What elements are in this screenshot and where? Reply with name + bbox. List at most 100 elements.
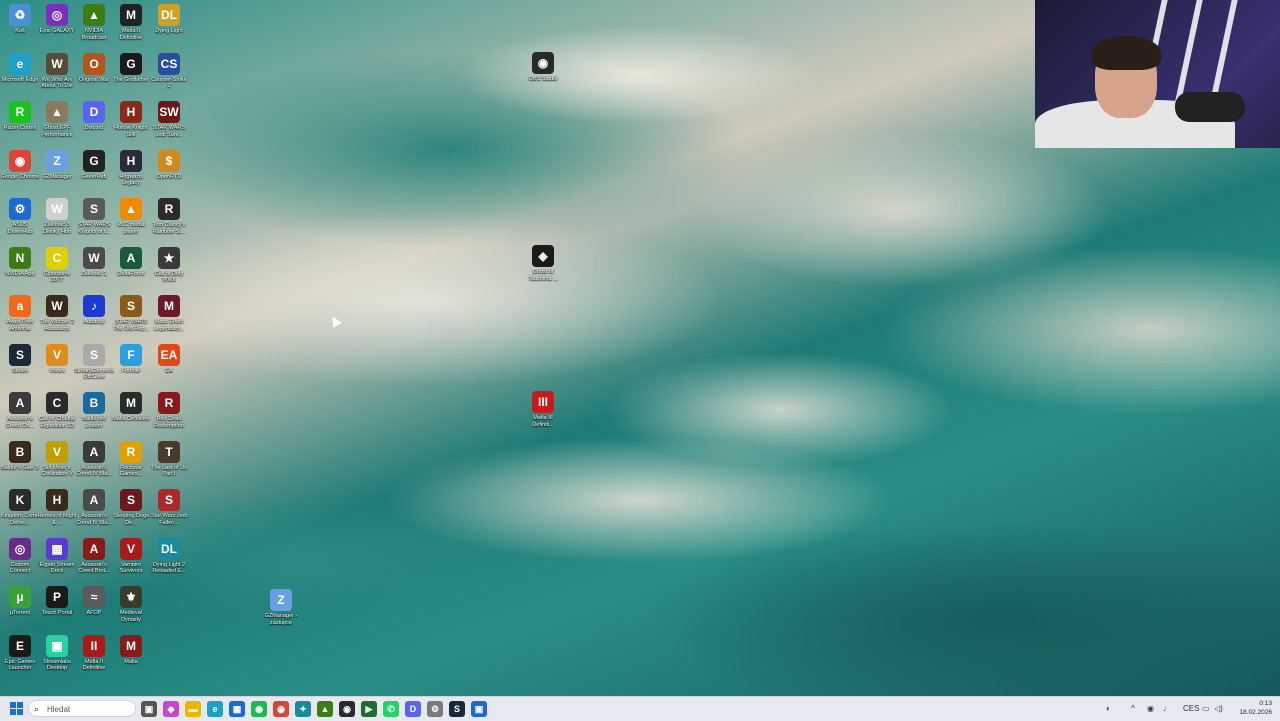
desktop-icon[interactable]: ◈ Ghost of Tsushima ...: [523, 245, 563, 282]
desktop-icon[interactable]: P Touch Portal: [37, 586, 77, 617]
desktop-icon[interactable]: N NVIDIA App: [0, 246, 40, 278]
volume-icon[interactable]: ◁): [1214, 702, 1223, 716]
desktop-icon[interactable]: W The Witcher 2 Assassins: [37, 295, 77, 332]
desktop-icon[interactable]: G GeeerHub: [74, 149, 114, 181]
taskbar-app-edge[interactable]: e: [207, 701, 223, 717]
desktop-icon[interactable]: S STAR WARS The Old Rep...: [111, 295, 151, 332]
desktop-icon[interactable]: [149, 586, 189, 610]
taskbar-app-spotify[interactable]: ◉: [251, 701, 267, 717]
desktop-icon[interactable]: K Kingdom Come Delive...: [0, 489, 40, 526]
desktop-icon[interactable]: H Hollow Knight Silk: [111, 101, 151, 138]
taskbar-app-geforce[interactable]: ▶: [361, 701, 377, 717]
desktop-icon[interactable]: ◎ Epic GALAXY: [37, 4, 77, 35]
taskbar-app-whatsapp[interactable]: ✆: [383, 701, 399, 717]
desktop-icon[interactable]: M Mass Effect Legendary...: [149, 295, 189, 332]
desktop-icon[interactable]: A DeltaForce: [111, 246, 151, 278]
desktop-icon[interactable]: Z GZManager: [37, 149, 77, 181]
desktop-icon[interactable]: ◉ OBS Studio: [523, 52, 563, 83]
desktop-icon[interactable]: ★ Call of Duty WWII: [149, 246, 189, 284]
taskbar-app-discord[interactable]: D: [405, 701, 421, 717]
desktop-icon[interactable]: S StreamElements OBS.live: [74, 343, 114, 381]
desktop-icon[interactable]: A Assassin's Creed IV Bla...: [74, 440, 114, 478]
clock[interactable]: 0:13 18.02.2026: [1239, 699, 1272, 717]
taskbar-app-chrome[interactable]: ◉: [273, 701, 289, 717]
taskbar-app-settings[interactable]: ⚙: [427, 701, 443, 717]
desktop-icon[interactable]: D Discord: [74, 101, 114, 132]
desktop-icon[interactable]: a Avast Free Antivirus: [0, 295, 40, 332]
desktop-icon[interactable]: B Baldur's Gate 3: [0, 440, 40, 472]
taskbar-app-task-view[interactable]: ▣: [141, 701, 157, 717]
desktop-icon[interactable]: ⚙ ASUS DriverHub: [0, 198, 40, 235]
desktop-icon[interactable]: e Microsoft Edge: [0, 52, 40, 84]
desktop-icon[interactable]: III Mafia III Definiti...: [523, 391, 563, 428]
taskbar-app-obs[interactable]: ◉: [339, 701, 355, 717]
language-indicator[interactable]: CES: [1183, 702, 1199, 716]
taskbar-app-file-explorer[interactable]: ▬: [185, 701, 201, 717]
desktop-icon[interactable]: V Vortex: [37, 343, 77, 375]
taskbar-app-nvidia[interactable]: ▲: [317, 701, 333, 717]
desktop-icon[interactable]: B Battle.net Loader: [74, 392, 114, 429]
desktop-icon[interactable]: R Razer Cortex: [0, 101, 40, 132]
desktop-icon[interactable]: C Call of Cthulhu Expedition 33: [37, 392, 77, 429]
desktop-icon[interactable]: S STAR WARS Knights of t...: [74, 198, 114, 235]
desktop-icon[interactable]: M Mafia Definitive: [111, 392, 151, 423]
desktop-icon[interactable]: W Zaklínač 1: [74, 246, 114, 278]
desktop-icon[interactable]: ▲ VLC media player: [111, 198, 151, 235]
start-button[interactable]: [10, 702, 24, 716]
taskbar-app-copilot[interactable]: ◆: [163, 701, 179, 717]
desktop-icon[interactable]: S Star Wars Jedi Fallen...: [149, 489, 189, 526]
desktop-icon[interactable]: Z GZManager - zástupce: [261, 589, 301, 626]
desktop-icon[interactable]: M Mafia II Definitive: [111, 4, 151, 41]
tray-app-icon[interactable]: ◉: [1147, 702, 1154, 716]
desktop-icon[interactable]: C Cyberpunk 2077: [37, 246, 77, 284]
network-status-icon[interactable]: ◐: [1106, 702, 1111, 716]
desktop-icon[interactable]: R Red Dead Redemption: [149, 392, 189, 429]
desktop-icon[interactable]: H Heroes of Might & ...: [37, 489, 77, 526]
desktop-icon[interactable]: A Assassin's Creed IV Bla...: [74, 489, 114, 526]
desktop-icon[interactable]: ◎ Custom Connect: [0, 537, 40, 575]
desktop-icon[interactable]: V Sid Meier's Civilization V: [37, 440, 77, 478]
chevron-up-icon[interactable]: ^: [1131, 702, 1135, 716]
desktop-icon[interactable]: CS Counter-Strike 2: [149, 52, 189, 90]
desktop-icon[interactable]: ▲ NVIDIA Broadcast: [74, 4, 114, 41]
desktop-icon[interactable]: µ µTorrent: [0, 586, 40, 617]
desktop-icon[interactable]: ▣ Streamlabs Desktop: [37, 634, 77, 672]
taskbar-app-taskbar-extra[interactable]: ▣: [471, 701, 487, 717]
desktop-icon[interactable]: DL Dying Light 2 Reloaded E...: [149, 537, 189, 575]
taskbar-app-store[interactable]: ▦: [229, 701, 245, 717]
desktop-icon[interactable]: ♻ Koš: [0, 4, 40, 35]
desktop-icon[interactable]: R Tom Clancy's Rainbow Si...: [149, 198, 189, 235]
desktop-icon[interactable]: ≈ AFOP: [74, 586, 114, 617]
desktop-icon[interactable]: ▦ Elgato Stream Deck: [37, 537, 77, 575]
desktop-icon[interactable]: V Vampire Survivors: [111, 537, 151, 575]
desktop-icon[interactable]: W Zaklínač 3 Divoký Hon: [37, 198, 77, 235]
desktop-icon[interactable]: S Sleeping Dogs De...: [111, 489, 151, 526]
desktop-icon[interactable]: A Assassin's Creed Ori...: [0, 392, 40, 429]
desktop-icon[interactable]: DL Dying Light: [149, 4, 189, 35]
desktop-icon[interactable]: E Epic Games Launcher: [0, 634, 40, 672]
desktop-icon[interactable]: ◉ Google Chrome: [0, 149, 40, 181]
desktop-icon[interactable]: EA EA: [149, 343, 189, 375]
desktop-icon[interactable]: H Hogwarts Legacy: [111, 149, 151, 187]
desktop-icon[interactable]: F Fortnite: [111, 343, 151, 375]
desktop-icon[interactable]: A Assassin's Creed Brot...: [74, 537, 114, 575]
desktop-icon[interactable]: ♪ Audacity: [74, 295, 114, 326]
desktop-icon[interactable]: ⚜ Medieval Dynasty: [111, 586, 151, 623]
desktop-icon[interactable]: M Mafia: [111, 634, 151, 666]
monitor-icon[interactable]: ▭: [1202, 702, 1210, 716]
taskbar-app-elgato[interactable]: ✦: [295, 701, 311, 717]
desktop-icon[interactable]: $ OpenRTD: [149, 149, 189, 181]
desktop-icon[interactable]: W We Who Are About To Die: [37, 52, 77, 90]
desktop-icon[interactable]: II Mafia II Definitive: [74, 634, 114, 672]
taskbar-app-steam[interactable]: S: [449, 701, 465, 717]
desktop-icon[interactable]: T The Last of Us Part I: [149, 440, 189, 478]
microphone-icon[interactable]: ♩: [1163, 702, 1171, 716]
desktop-icon[interactable]: G The Godfather: [111, 52, 151, 84]
desktop-icon[interactable]: SW STAR WARS Jedi Surv...: [149, 101, 189, 138]
taskbar-search[interactable]: ⌕ Hledat: [28, 700, 136, 717]
desktop-icon[interactable]: R Rockstar Games...: [111, 440, 151, 478]
desktop-icon[interactable]: O Original War: [74, 52, 114, 84]
desktop-icon[interactable]: ▲ Ghost EPF Performance: [37, 101, 77, 138]
desktop-icon[interactable]: S Steam: [0, 343, 40, 375]
desktop-icon-label: Heroes of Might & ...: [37, 513, 77, 526]
